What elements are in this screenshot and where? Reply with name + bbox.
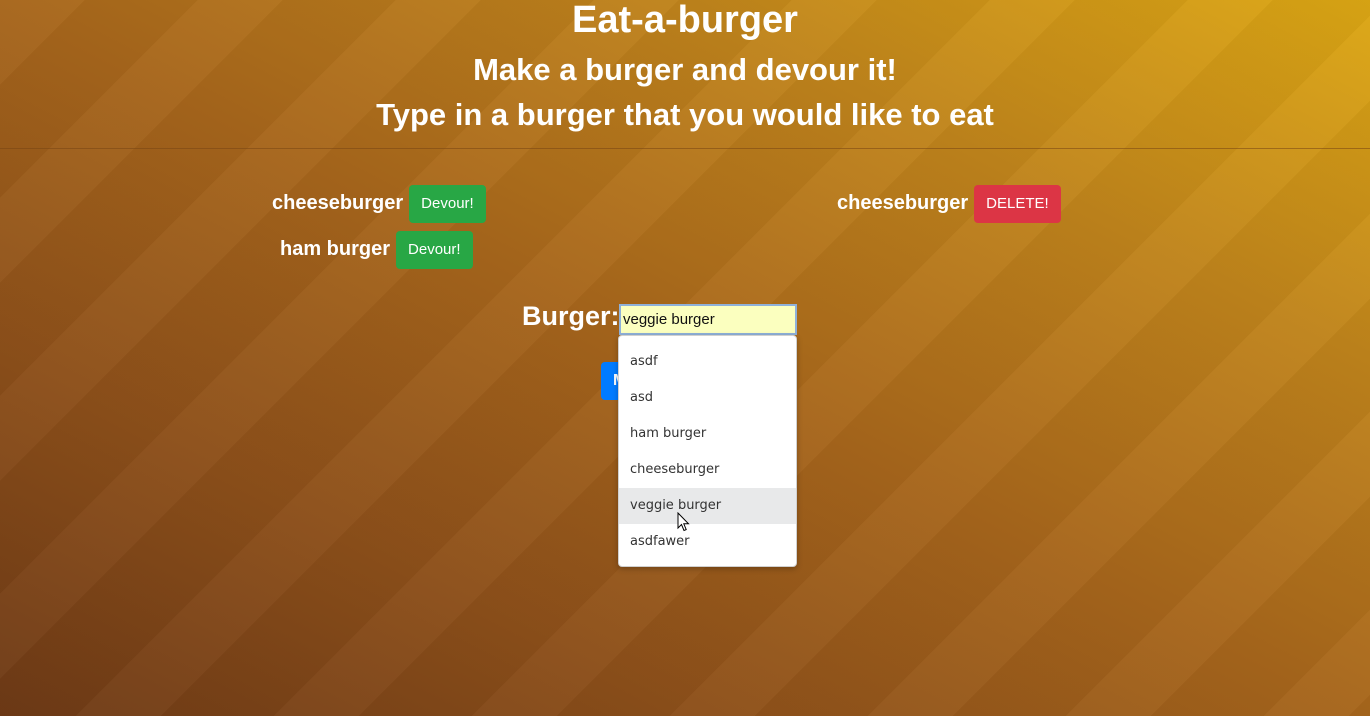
burger-item-to-eat: cheeseburger Devour! xyxy=(272,185,486,223)
autocomplete-dropdown: asdf asd ham burger cheeseburger veggie … xyxy=(618,335,797,567)
burger-name: cheeseburger xyxy=(272,191,404,214)
burger-name: ham burger xyxy=(280,237,391,260)
burger-item-to-eat: ham burger Devour! xyxy=(280,231,473,269)
autocomplete-option[interactable]: ham burger xyxy=(619,416,796,452)
page-subtitle: Make a burger and devour it! xyxy=(473,52,897,87)
autocomplete-option-highlighted[interactable]: veggie burger xyxy=(619,488,796,524)
burger-name: cheeseburger xyxy=(837,191,969,214)
delete-button[interactable]: DELETE! xyxy=(974,185,1061,223)
devour-button[interactable]: Devour! xyxy=(396,231,473,269)
autocomplete-option[interactable]: asdf xyxy=(619,344,796,380)
autocomplete-option[interactable]: cheeseburger xyxy=(619,452,796,488)
devour-button[interactable]: Devour! xyxy=(409,185,486,223)
autocomplete-option[interactable]: asdfawer xyxy=(619,524,796,560)
page-instructions: Type in a burger that you would like to … xyxy=(376,97,994,132)
page-title: Eat-a-burger xyxy=(572,0,798,41)
burger-input[interactable] xyxy=(619,304,797,335)
mouse-pointer-icon xyxy=(677,512,690,532)
autocomplete-option[interactable]: asd xyxy=(619,380,796,416)
burger-input-label: Burger: xyxy=(522,301,620,331)
burger-item-devoured: cheeseburger DELETE! xyxy=(837,185,1061,223)
page-header: Eat-a-burger Make a burger and devour it… xyxy=(0,0,1370,149)
